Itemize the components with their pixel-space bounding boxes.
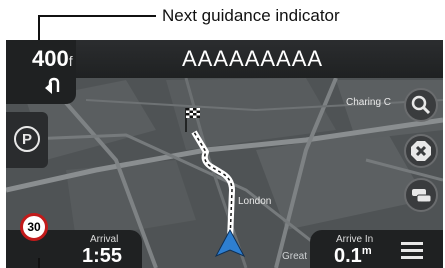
map-label-charing: Charing C: [346, 97, 392, 108]
guidance-distance: 400f: [32, 46, 73, 72]
road-name: AAAAAAAAA: [182, 46, 324, 71]
menu-button[interactable]: [397, 236, 429, 264]
guidance-distance-unit: f: [68, 53, 73, 69]
arrive-in-label: Arrive In: [336, 234, 374, 245]
traffic-button[interactable]: [404, 178, 438, 212]
arrival-label: Arrival: [90, 234, 119, 245]
callout-tick-left: [38, 258, 40, 268]
guidance-distance-value: 400: [32, 46, 69, 71]
arrive-in-unit: m: [361, 245, 372, 257]
menu-icon: [401, 242, 423, 245]
search-button[interactable]: [404, 88, 438, 122]
speed-limit-sign: 30: [20, 213, 48, 241]
parking-icon: P: [14, 126, 40, 152]
arrive-in-number: 0.1: [334, 245, 362, 267]
arrival-time: 1:55: [82, 245, 123, 267]
callout-line-horizontal: [38, 15, 156, 17]
cancel-route-icon: [411, 141, 431, 161]
navigation-screen: Charing C London Great S 400f AAAAAAAAA …: [6, 40, 443, 268]
arrive-in-value: 0.1m: [334, 245, 372, 268]
parking-button[interactable]: P: [6, 112, 48, 168]
map-label-london: London: [238, 196, 272, 207]
u-turn-arrow-icon: [45, 77, 60, 94]
traffic-icon: [412, 189, 432, 205]
search-icon: [411, 95, 431, 115]
callout-line-vertical: [38, 15, 40, 43]
cancel-route-button[interactable]: [404, 134, 438, 168]
callout-label: Next guidance indicator: [162, 6, 340, 25]
